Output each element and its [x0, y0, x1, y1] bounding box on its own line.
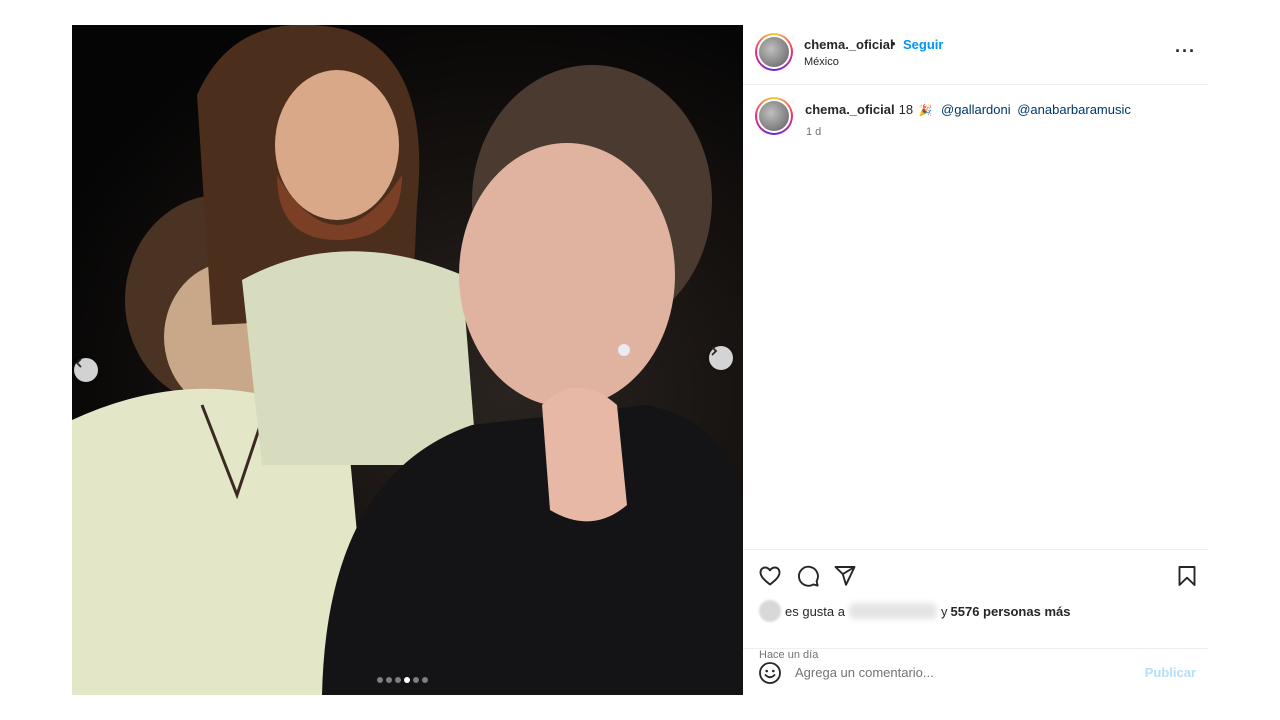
carousel-dot-active [404, 677, 410, 683]
caption-body: 18 [898, 102, 914, 117]
post-header: chema._oficial • Seguir México ··· [743, 25, 1208, 85]
comment-input[interactable] [795, 662, 1125, 682]
heart-icon [759, 566, 781, 586]
save-button[interactable] [1174, 563, 1200, 589]
party-emoji-icon: 🎉 [918, 105, 933, 117]
caption-username[interactable]: chema._oficial [805, 102, 895, 117]
caption-text: chema._oficial 18 🎉 @gallardoni @anabarba… [805, 102, 1131, 117]
action-bar: es gusta a y 5576 personas más Hace un d… [743, 549, 1208, 661]
previous-image-button[interactable] [74, 358, 98, 382]
carousel-dot [386, 677, 392, 683]
likes-summary[interactable]: es gusta a y 5576 personas más [759, 600, 1070, 622]
separator-dot: • [891, 36, 896, 51]
like-button[interactable] [757, 563, 783, 589]
likes-prefix: es gusta a [785, 603, 845, 619]
next-image-button[interactable] [709, 346, 733, 370]
post-sidebar: chema._oficial • Seguir México ··· chema… [743, 25, 1208, 695]
post-image [72, 25, 743, 695]
carousel-dot [377, 677, 383, 683]
share-icon [834, 566, 856, 586]
liker-name-blurred [849, 603, 937, 619]
comment-icon [797, 565, 819, 587]
more-options-icon[interactable]: ··· [1175, 41, 1196, 62]
likes-suffix: y [941, 603, 948, 619]
caption-avatar[interactable] [755, 97, 793, 135]
bookmark-icon [1178, 566, 1196, 586]
chevron-left-icon [75, 358, 82, 368]
carousel-dot [413, 677, 419, 683]
avatar[interactable] [755, 33, 793, 71]
author-username[interactable]: chema._oficial [804, 37, 894, 52]
likes-count[interactable]: 5576 personas más [951, 604, 1071, 619]
comment-box: Publicar [743, 648, 1208, 695]
mention-link[interactable]: @anabarbaramusic [1017, 102, 1131, 117]
carousel-dot [422, 677, 428, 683]
chevron-right-icon [711, 346, 718, 356]
comment-button[interactable] [795, 563, 821, 589]
carousel-indicator [377, 677, 428, 683]
mention-link[interactable]: @gallardoni [941, 102, 1011, 117]
carousel-dot [395, 677, 401, 683]
liker-avatar [759, 600, 781, 622]
caption-time[interactable]: 1 d [806, 126, 821, 138]
smiley-icon [759, 662, 781, 684]
follow-button[interactable]: Seguir [903, 37, 943, 52]
location-link[interactable]: México [804, 56, 839, 68]
share-button[interactable] [832, 563, 858, 589]
publish-button[interactable]: Publicar [1145, 665, 1196, 680]
post-photo[interactable] [72, 25, 743, 695]
emoji-picker-button[interactable] [758, 661, 782, 685]
